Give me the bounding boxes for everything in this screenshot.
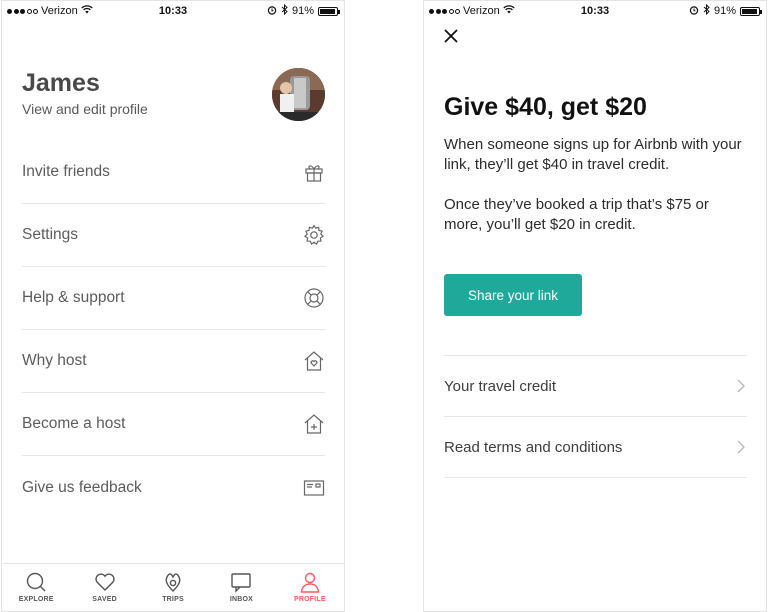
- referral-condition: Once they’ve booked a trip that’s $75 or…: [444, 196, 709, 233]
- close-icon: [444, 29, 458, 43]
- chevron-right-icon: [735, 378, 747, 394]
- close-button[interactable]: [442, 27, 460, 45]
- view-edit-profile-link[interactable]: View and edit profile: [22, 101, 148, 117]
- person-icon: [298, 570, 322, 594]
- share-link-button[interactable]: Share your link: [444, 274, 582, 316]
- tab-label: TRIPS: [162, 596, 184, 603]
- menu-item-label: Settings: [22, 226, 79, 243]
- menu-item-label: Give us feedback: [22, 478, 142, 496]
- tab-profile[interactable]: PROFILE: [276, 564, 344, 611]
- bluetooth-icon: [281, 3, 288, 18]
- gift-icon: [303, 161, 325, 183]
- menu-item-label: Become a host: [22, 415, 126, 432]
- house-plus-icon: [303, 413, 325, 435]
- battery-icon: [740, 6, 762, 16]
- gear-icon: [303, 224, 325, 246]
- search-icon: [24, 570, 48, 594]
- menu-item-label: Why host: [22, 352, 87, 369]
- travel-credit-row[interactable]: Your travel credit: [444, 356, 747, 417]
- referral-screen: Verizon 10:33 91% Give $40, get $20 When…: [423, 0, 767, 612]
- battery-percent: 91%: [291, 5, 314, 17]
- battery-percent: 91%: [713, 5, 736, 17]
- alarm-icon: [267, 5, 277, 18]
- profile-name: James: [22, 69, 100, 97]
- lifebuoy-icon: [303, 287, 325, 309]
- menu-item-invite-friends[interactable]: Invite friends: [22, 141, 325, 204]
- airbnb-logo-icon: [161, 570, 185, 594]
- tab-label: SAVED: [92, 596, 117, 603]
- tab-explore[interactable]: EXPLORE: [2, 564, 70, 611]
- terms-conditions-row[interactable]: Read terms and conditions: [444, 417, 747, 478]
- house-heart-icon: [303, 350, 325, 372]
- menu-item-become-host[interactable]: Become a host: [22, 393, 325, 456]
- menu-item-settings[interactable]: Settings: [22, 204, 325, 267]
- menu-item-label: Help & support: [22, 289, 125, 306]
- link-label: Your travel credit: [444, 377, 557, 395]
- message-icon: [229, 570, 253, 594]
- profile-menu: Invite friends Settings Help & support W…: [22, 141, 325, 519]
- menu-item-label: Invite friends: [22, 163, 110, 180]
- menu-item-feedback[interactable]: Give us feedback: [22, 456, 325, 519]
- status-bar: Verizon 10:33 91%: [424, 1, 766, 21]
- referral-links: Your travel credit Read terms and condit…: [444, 355, 747, 478]
- referral-description: When someone signs up for Airbnb with yo…: [444, 136, 742, 173]
- page-title: Give $40, get $20: [444, 93, 647, 121]
- chevron-right-icon: [735, 439, 747, 455]
- bluetooth-icon: [703, 3, 710, 18]
- tab-inbox[interactable]: INBOX: [207, 564, 275, 611]
- tab-label: INBOX: [229, 596, 253, 603]
- status-bar: Verizon 10:33 91%: [2, 1, 344, 21]
- menu-item-help-support[interactable]: Help & support: [22, 267, 325, 330]
- tab-label: PROFILE: [293, 596, 326, 603]
- link-label: Read terms and conditions: [444, 438, 623, 456]
- heart-icon: [93, 570, 117, 594]
- alarm-icon: [689, 5, 699, 18]
- battery-icon: [318, 6, 340, 16]
- tab-bar: EXPLORE SAVED TRIPS INBOX PROFILE: [2, 563, 344, 611]
- tab-label: EXPLORE: [18, 596, 54, 603]
- tab-saved[interactable]: SAVED: [70, 564, 138, 611]
- avatar[interactable]: [272, 68, 325, 121]
- feedback-card-icon: [303, 477, 325, 499]
- menu-item-why-host[interactable]: Why host: [22, 330, 325, 393]
- tab-trips[interactable]: TRIPS: [139, 564, 207, 611]
- profile-screen: Verizon 10:33 91% James View and edit pr…: [1, 0, 345, 612]
